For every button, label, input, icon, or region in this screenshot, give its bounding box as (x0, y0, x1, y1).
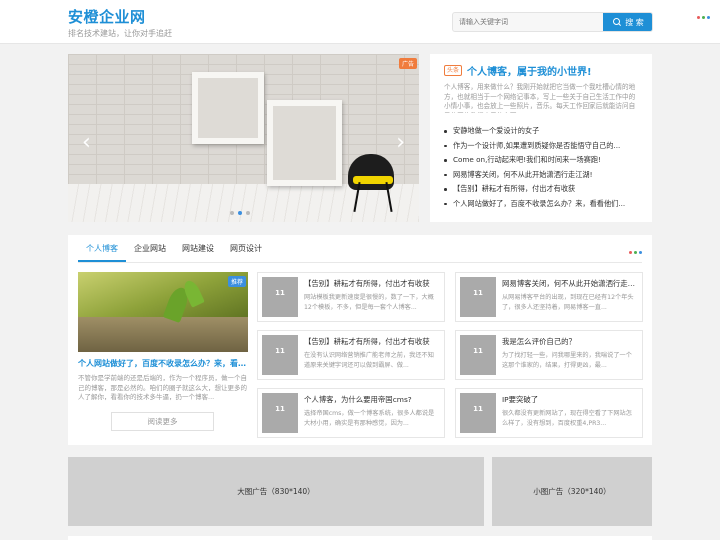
site-logo-title[interactable]: 安橙企业网 (68, 6, 146, 27)
article-card[interactable]: 11 个人博客，为什么要用帝国cms? 选择帝国cms，做一个博客系统，很多人都… (257, 388, 445, 438)
article-title[interactable]: 【告别】耕耘才有所得，付出才有收获 (304, 278, 440, 289)
list-item[interactable]: 个人网站做好了，百度不收录怎么办？来，看看他们... (444, 197, 644, 212)
large-ad-banner[interactable]: 大图广告（830*140） (68, 457, 484, 526)
search-icon (613, 18, 621, 26)
headline-badge: 头条 (444, 65, 463, 76)
article-thumbnail: 11 (460, 393, 496, 433)
article-excerpt: 网站模板我更新速度是很慢的，数了一下，大概12个模板，不多，但是每一套个人博客.… (304, 294, 434, 311)
read-more-button[interactable]: 阅读更多 (111, 412, 214, 431)
small-ad-banner[interactable]: 小图广告（320*140） (492, 457, 652, 526)
list-item[interactable]: 【告别】耕耘才有所得，付出才有收获 (444, 182, 644, 197)
article-thumbnail: 11 (262, 277, 298, 317)
list-item[interactable]: Come on,行动起来吧!我们和时间来一场赛跑! (444, 153, 644, 168)
featured-description: 个人博客，用来做什么？我刚开始就把它当做一个我吐槽心情的地方，也就相当于一个网络… (444, 83, 636, 113)
tabs-divider (78, 262, 642, 263)
article-image[interactable]: 推荐 (78, 272, 248, 352)
search-button[interactable]: 搜 索 (603, 13, 652, 31)
article-excerpt: 从网易博客平台的出现，到现在已经有12个年头了，很多人还坚持着，网易博客一直..… (502, 294, 634, 311)
list-item[interactable]: 安静地做一个爱设计的女子 (444, 124, 644, 139)
slider-dot[interactable] (230, 211, 234, 215)
list-item[interactable]: 网易博客关闭，何不从此开始潇洒行走江湖! (444, 168, 644, 183)
featured-header: 头条 个人博客，属于我的小世界! (444, 63, 592, 78)
search-bar: 搜 索 (452, 12, 653, 32)
article-excerpt: 很久都没有更新网站了，现在得空看了下网站怎么样了，没有想到，百度权重4,PR3.… (502, 410, 632, 427)
site-header: 安橙企业网 排名技术建站，让你对手追赶 搜 索 (0, 0, 720, 44)
article-title[interactable]: IP要突破了 (502, 394, 638, 405)
article-card[interactable]: 11 我是怎么评价自己的？ 为了找打轻一些，问我哪里来的，我喘说了一个这那个谁家… (455, 330, 643, 380)
article-thumbnail: 11 (460, 277, 496, 317)
slider-dot-active[interactable] (238, 211, 242, 215)
article-thumbnail: 11 (262, 393, 298, 433)
article-card[interactable]: 11 【告别】耕耘才有所得，付出才有收获 在没有认识网络营销推广能老师之前，我还… (257, 330, 445, 380)
category-tabs: 个人博客 企业网站 网站建设 网页设计 (78, 235, 270, 262)
tab-site-building[interactable]: 网站建设 (174, 235, 222, 262)
slider-dot[interactable] (246, 211, 250, 215)
small-ad-label: 小图广告（320*140） (533, 487, 611, 496)
banner-picture-frame (192, 72, 264, 144)
article-title[interactable]: 我是怎么评价自己的？ (502, 336, 638, 347)
chevron-right-icon[interactable]: › (396, 132, 405, 154)
three-dots-menu-icon[interactable] (629, 251, 642, 254)
featured-article-list: 安静地做一个爱设计的女子 作为一个设计师,如果遭到质疑你是否能悟守自己的... … (444, 124, 644, 212)
article-excerpt: 选择帝国cms，做一个博客系统，很多人都说是大材小用，确实是有那种感觉，因为..… (304, 410, 435, 427)
list-item[interactable]: 作为一个设计师,如果遭到质疑你是否能悟守自己的... (444, 139, 644, 154)
article-card[interactable]: 11 网易博客关闭，何不从此开始潇洒行走江湖! 从网易博客平台的出现，到现在已经… (455, 272, 643, 322)
article-title[interactable]: 个人网站做好了，百度不收录怎么办？来，看看他们... (78, 358, 248, 369)
ad-tag: 广告 (398, 58, 417, 69)
site-slogan: 排名技术建站，让你对手追赶 (68, 29, 172, 38)
tabbed-articles-section: 个人博客 企业网站 网站建设 网页设计 推荐 个人网站做好了，百度不收录怎么办？… (68, 235, 652, 445)
article-excerpt: 为了找打轻一些，问我哪里来的，我喘说了一个这那个谁家的，结果，打得更凶，最... (502, 352, 632, 369)
recommend-tag: 推荐 (227, 276, 246, 287)
featured-title[interactable]: 个人博客，属于我的小世界! (467, 63, 592, 78)
article-excerpt: 不管你是学前端的还是后端的，作为一个程序员，做一个自己的博客，那是必然的。咱们的… (78, 374, 247, 401)
tab-enterprise-site[interactable]: 企业网站 (126, 235, 174, 262)
next-section-edge (68, 536, 652, 540)
featured-article-card: 推荐 个人网站做好了，百度不收录怎么办？来，看看他们... 不管你是学前端的还是… (78, 272, 248, 440)
banner-picture-frame (267, 100, 342, 186)
article-title[interactable]: 个人博客，为什么要用帝国cms? (304, 394, 440, 405)
chevron-left-icon[interactable]: ‹ (82, 132, 91, 154)
large-ad-label: 大图广告（830*140） (237, 487, 315, 496)
article-card[interactable]: 11 【告别】耕耘才有所得，付出才有收获 网站模板我更新速度是很慢的，数了一下，… (257, 272, 445, 322)
three-dots-menu-icon[interactable] (697, 16, 710, 19)
article-title[interactable]: 网易博客关闭，何不从此开始潇洒行走江湖! (502, 278, 638, 289)
banner-slider[interactable]: 广告 ‹ › (68, 54, 419, 222)
article-thumbnail: 11 (262, 335, 298, 375)
featured-panel: 头条 个人博客，属于我的小世界! 个人博客，用来做什么？我刚开始就把它当做一个我… (430, 54, 652, 222)
article-excerpt: 在没有认识网络营销推广能老师之前，我还不知道原来关键字词还可以做到霸屏、做... (304, 352, 434, 369)
tab-web-design[interactable]: 网页设计 (222, 235, 270, 262)
search-button-label: 搜 索 (625, 17, 644, 27)
search-input[interactable] (453, 13, 603, 31)
tab-personal-blog[interactable]: 个人博客 (78, 235, 126, 262)
article-thumbnail: 11 (460, 335, 496, 375)
article-title[interactable]: 【告别】耕耘才有所得，付出才有收获 (304, 336, 440, 347)
slider-pagination (230, 211, 250, 215)
article-card[interactable]: 11 IP要突破了 很久都没有更新网站了，现在得空看了下网站怎么样了，没有想到，… (455, 388, 643, 438)
